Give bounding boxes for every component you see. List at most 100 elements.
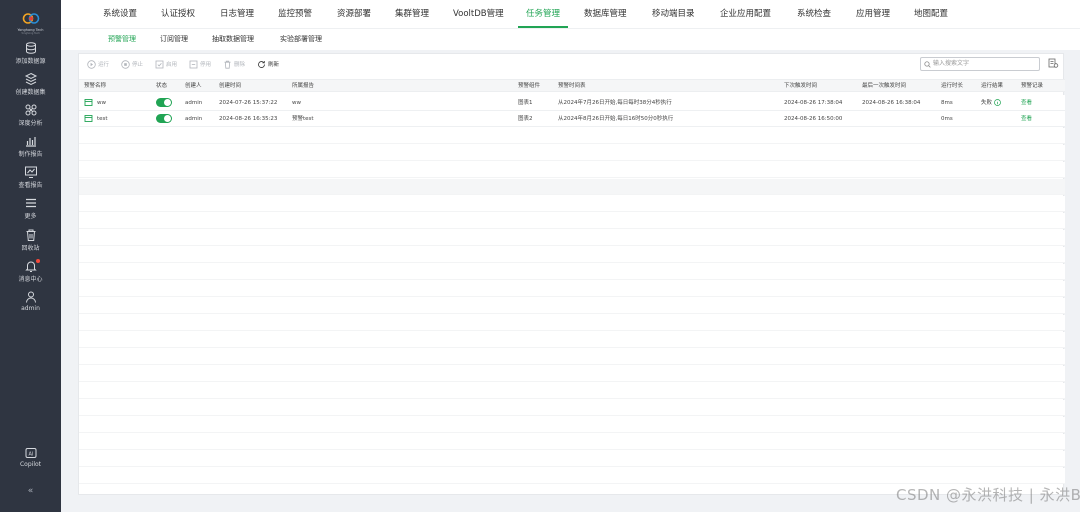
tab-vooltdb-management[interactable]: VooltDB管理 (453, 0, 504, 28)
table-header: 预警名称 状态 创建人 创建时间 所属报告 预警组件 预警时间表 下次触发时间 … (79, 79, 1065, 92)
cell-component: 图表1 (518, 100, 533, 106)
main-area: 系统设置 认证授权 日志管理 监控预警 资源部署 集群管理 VooltDB管理 … (61, 0, 1080, 512)
table-row[interactable]: ww admin 2024-07-26 15:37:22 ww 图表1 从202… (79, 95, 1065, 111)
col-result[interactable]: 运行结果 (981, 80, 1003, 93)
cell-next: 2024-08-26 16:50:00 (784, 116, 843, 122)
tab-cluster-management[interactable]: 集群管理 (395, 0, 429, 28)
subtab-experiment-deploy-management[interactable]: 实验部署管理 (280, 29, 322, 51)
empty-table-row (79, 128, 1065, 144)
copilot-button[interactable]: AI Copilot (0, 446, 61, 474)
sidebar-item-view-report[interactable]: 查看报告 (0, 165, 61, 193)
col-next-trigger[interactable]: 下次触发时间 (784, 80, 817, 93)
watermark: CSDN @永洪科技 | 永洪BI (896, 486, 1080, 504)
empty-table-row (79, 315, 1065, 331)
refresh-icon (258, 61, 265, 68)
sidebar-item-label: 消息中心 (18, 276, 43, 283)
analysis-icon (25, 104, 36, 116)
col-creator[interactable]: 创建人 (185, 80, 202, 93)
cell-report: ww (292, 100, 301, 106)
stop-button[interactable]: 停止 (121, 59, 143, 71)
column-settings-icon[interactable] (1048, 58, 1059, 69)
empty-table-row (79, 230, 1065, 246)
empty-table-row (79, 162, 1065, 178)
sidebar-item-make-report[interactable]: 制作报告 (0, 134, 61, 162)
table-row[interactable]: test admin 2024-08-26 16:35:23 预警test 图表… (79, 111, 1065, 127)
sidebar-item-recycle-bin[interactable]: 回收站 (0, 228, 61, 256)
tab-app-management[interactable]: 应用管理 (856, 0, 890, 28)
tab-mobile-catalog[interactable]: 移动端目录 (652, 0, 695, 28)
brand-tagline: Yonghong Tech (21, 32, 40, 35)
view-record-link[interactable]: 查看 (1021, 95, 1032, 111)
subtab-subscription-management[interactable]: 订阅管理 (160, 29, 188, 51)
sidebar-item-more[interactable]: 更多 (0, 196, 61, 224)
tab-log-management[interactable]: 日志管理 (220, 0, 254, 28)
run-button[interactable]: 运行 (87, 59, 109, 71)
collapse-sidebar-button[interactable]: « (0, 486, 61, 500)
sidebar-item-admin[interactable]: admin (0, 290, 61, 318)
sidebar-item-message-center[interactable]: 消息中心 (0, 259, 61, 287)
tab-database-management[interactable]: 数据库管理 (584, 0, 627, 28)
subtab-alert-management[interactable]: 预警管理 (108, 29, 136, 51)
col-alert-name[interactable]: 预警名称 (84, 80, 106, 93)
trash-icon (224, 60, 231, 69)
disable-label: 停用 (200, 62, 212, 68)
tab-task-management[interactable]: 任务管理 (517, 0, 569, 28)
result-text: 失败 (981, 100, 993, 106)
tab-auth[interactable]: 认证授权 (161, 0, 195, 28)
empty-table-row (79, 366, 1065, 382)
col-schedule[interactable]: 预警时间表 (558, 80, 586, 93)
search-icon (924, 61, 931, 68)
col-created-time[interactable]: 创建时间 (219, 80, 241, 93)
view-record-link[interactable]: 查看 (1021, 111, 1032, 127)
empty-table-row (79, 383, 1065, 399)
alert-table-panel: 运行 停止 启用 停用 删除 刷新 输入搜索文字 预警名称 状态 创建人 创建时… (78, 53, 1065, 495)
copilot-label: Copilot (19, 461, 42, 468)
sidebar-item-label: admin (21, 305, 40, 312)
cell-name: ww (97, 100, 106, 106)
run-label: 运行 (98, 62, 110, 68)
toolbar: 运行 停止 启用 停用 删除 刷新 输入搜索文字 (79, 54, 1065, 76)
col-status[interactable]: 状态 (156, 80, 167, 93)
empty-table-row (79, 349, 1065, 365)
empty-table-row (79, 196, 1065, 212)
refresh-button[interactable]: 刷新 (257, 59, 279, 71)
sidebar-item-deep-analysis[interactable]: 深度分析 (0, 103, 61, 131)
disable-icon (189, 60, 198, 69)
cell-duration: 8ms (941, 100, 953, 106)
col-duration[interactable]: 运行时长 (941, 80, 963, 93)
disable-button[interactable]: 停用 (189, 59, 211, 71)
col-record[interactable]: 预警记录 (1021, 80, 1043, 93)
tab-monitor-alert[interactable]: 监控预警 (278, 0, 312, 28)
database-icon (25, 42, 36, 54)
col-report[interactable]: 所属报告 (292, 80, 314, 93)
sidebar-item-add-datasource[interactable]: 添加数据源 (0, 41, 61, 69)
tab-enterprise-app-config[interactable]: 企业应用配置 (720, 0, 771, 28)
enable-button[interactable]: 启用 (155, 59, 177, 71)
view-report-icon (24, 166, 37, 178)
col-component[interactable]: 预警组件 (518, 80, 540, 93)
enable-label: 启用 (166, 62, 178, 68)
tab-map-config[interactable]: 地图配置 (914, 0, 948, 28)
col-last-trigger[interactable]: 最后一次触发时间 (862, 80, 906, 93)
subtab-extract-data-management[interactable]: 抽取数据管理 (212, 29, 254, 51)
sidebar-item-create-dataset[interactable]: 创建数据集 (0, 72, 61, 100)
status-toggle[interactable] (156, 114, 172, 123)
empty-table-row (79, 417, 1065, 433)
empty-table-row (79, 264, 1065, 280)
cell-created: 2024-07-26 15:37:22 (219, 100, 278, 106)
brand-logo[interactable]: Yonghong Tech Yonghong Tech (0, 8, 61, 36)
tab-resource-deploy[interactable]: 资源部署 (337, 0, 371, 28)
dataset-icon (24, 72, 37, 86)
tab-system-check[interactable]: 系统检查 (797, 0, 831, 28)
enable-icon (155, 60, 164, 69)
tab-system-settings[interactable]: 系统设置 (103, 0, 137, 28)
cell-next: 2024-08-26 17:38:04 (784, 100, 843, 106)
search-input[interactable]: 输入搜索文字 (920, 57, 1040, 71)
status-toggle[interactable] (156, 98, 172, 107)
svg-text:AI: AI (28, 452, 33, 458)
user-icon (25, 291, 36, 303)
trash-icon (26, 229, 35, 241)
delete-button[interactable]: 删除 (223, 59, 245, 71)
empty-table-row (79, 468, 1065, 484)
info-icon[interactable] (994, 99, 1001, 106)
